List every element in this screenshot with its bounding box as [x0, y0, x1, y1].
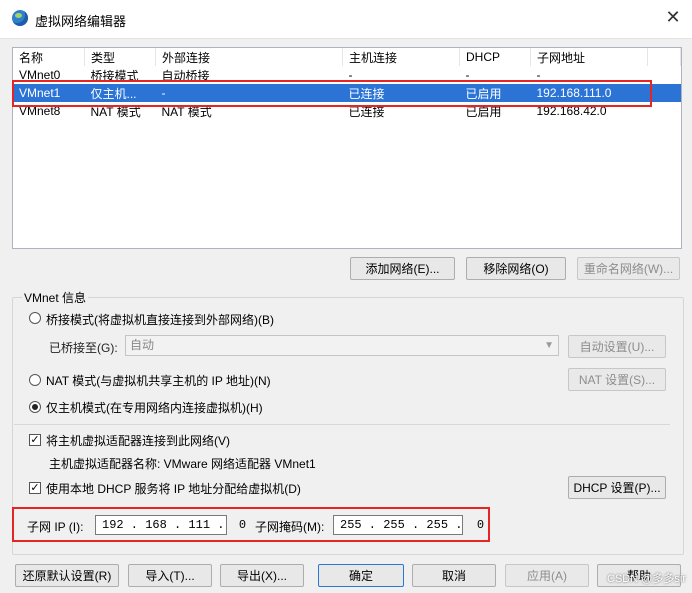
column-header-host[interactable]: 主机连接 [342, 48, 460, 66]
bridge-mode-label[interactable]: 桥接模式(将虚拟机直接连接到外部网络)(B) [46, 311, 274, 328]
export-button[interactable]: 导出(X)... [220, 564, 304, 587]
bridged-to-label: 已桥接至(G): [49, 341, 118, 355]
host-only-mode-label[interactable]: 仅主机模式(在专用网络内连接虚拟机)(H) [46, 399, 263, 416]
dhcp-settings-button[interactable]: DHCP 设置(P)... [568, 476, 666, 499]
column-header-subnet[interactable]: 子网地址 [530, 48, 648, 66]
remove-network-button[interactable]: 移除网络(O) [466, 257, 566, 280]
column-header-name[interactable]: 名称 [13, 48, 85, 66]
apply-button[interactable]: 应用(A) [505, 564, 589, 587]
watermark-text: CSDN @多多sir [607, 573, 686, 585]
nat-mode-label[interactable]: NAT 模式(与虚拟机共享主机的 IP 地址)(N) [46, 372, 271, 389]
vmnet-info-label: VMnet 信息 [22, 289, 89, 306]
use-dhcp-label[interactable]: 使用本地 DHCP 服务将 IP 地址分配给虚拟机(D) [46, 480, 301, 497]
table-header: 名称 类型 外部连接 主机连接 DHCP 子网地址 [13, 48, 681, 66]
nat-mode-radio[interactable] [29, 374, 41, 386]
globe-icon [12, 10, 28, 26]
bridged-to-select[interactable]: 自动 ▼ [125, 335, 559, 356]
cancel-button[interactable]: 取消 [412, 564, 496, 587]
add-network-button[interactable]: 添加网络(E)... [350, 257, 455, 280]
connect-adapter-checkbox[interactable]: ✓ [29, 434, 41, 446]
window-title: 虚拟网络编辑器 [35, 14, 127, 29]
adapter-name-text: 主机虚拟适配器名称: VMware 网络适配器 VMnet1 [49, 457, 316, 471]
connect-adapter-label[interactable]: 将主机虚拟适配器连接到此网络(V) [46, 432, 230, 449]
divider [14, 424, 670, 425]
highlight-box-subnet [12, 507, 490, 542]
ok-button[interactable]: 确定 [318, 564, 404, 587]
bridge-mode-radio[interactable] [29, 312, 41, 324]
chevron-down-icon: ▼ [544, 340, 554, 351]
bridged-to-value: 自动 [130, 338, 155, 352]
rename-network-button[interactable]: 重命名网络(W)... [577, 257, 680, 280]
import-button[interactable]: 导入(T)... [128, 564, 212, 587]
title-bar: 虚拟网络编辑器 ✕ [0, 0, 692, 39]
column-header-type[interactable]: 类型 [84, 48, 156, 66]
use-dhcp-checkbox[interactable]: ✓ [29, 482, 41, 494]
auto-settings-button[interactable]: 自动设置(U)... [568, 335, 666, 358]
restore-defaults-button[interactable]: 还原默认设置(R) [15, 564, 119, 587]
nat-settings-button[interactable]: NAT 设置(S)... [568, 368, 666, 391]
column-header-dhcp[interactable]: DHCP [459, 48, 531, 66]
close-icon[interactable]: ✕ [664, 8, 682, 26]
network-list[interactable]: 名称 类型 外部连接 主机连接 DHCP 子网地址 VMnet0 桥接模式 自动… [12, 47, 682, 249]
column-header-external[interactable]: 外部连接 [155, 48, 343, 66]
host-only-mode-radio[interactable] [29, 401, 41, 413]
highlight-box-vmnet1 [12, 80, 652, 107]
